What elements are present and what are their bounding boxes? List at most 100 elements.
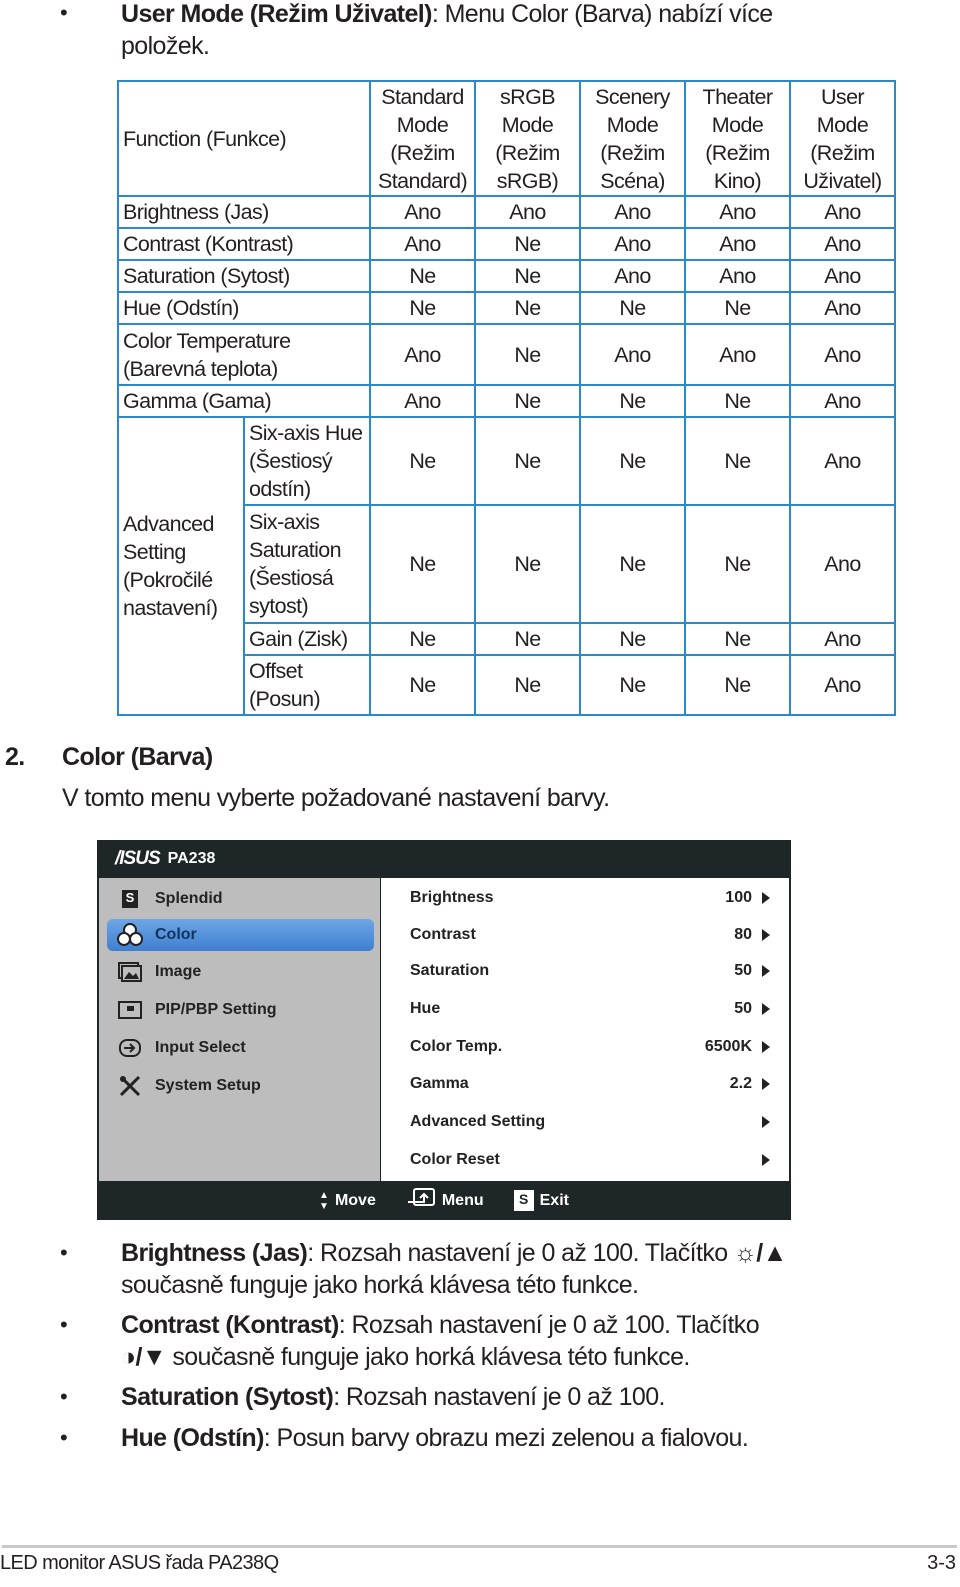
cell: Ne (474, 227, 581, 261)
menu-item-label: System Setup (155, 1077, 261, 1094)
pip-icon (117, 998, 143, 1022)
arrow-right-icon (762, 1154, 770, 1166)
row-label: Contrast (Kontrast) (117, 227, 371, 261)
brightness-up-keys-icon: ☼/▲ (733, 1239, 787, 1267)
menu-item-system[interactable]: System Setup (107, 1070, 374, 1102)
bullet: • (60, 1312, 68, 1337)
setting-gamma[interactable]: Gamma 2.2 (410, 1069, 770, 1099)
menu-item-input[interactable]: Input Select (107, 1032, 374, 1064)
setting-label: Advanced Setting (410, 1113, 546, 1130)
cell: Ano (369, 323, 476, 386)
bullet-text2: současně funguje jako horká klávesa této… (166, 1343, 690, 1371)
bullet-saturation: Saturation (Sytost): Rozsah nastavení je… (121, 1381, 665, 1413)
footer-exit: S Exit (513, 1190, 569, 1211)
row-label: Brightness (Jas) (117, 195, 371, 229)
cell: Ano (369, 384, 476, 418)
cell: Ano (579, 195, 686, 229)
arrow-right-icon (762, 965, 770, 977)
menu-item-image[interactable]: Image (107, 956, 374, 988)
cell: Ano (789, 504, 896, 624)
footer-title: LED monitor ASUS řada PA238Q (0, 1552, 279, 1574)
menu-item-label: Color (155, 926, 197, 943)
cell: Ano (684, 195, 791, 229)
cell: Ne (579, 622, 686, 656)
menu-item-label: Image (155, 963, 202, 980)
row-label: Six-axis Hue (Šestiosý odstín) (243, 416, 371, 506)
setting-label: Color Reset (410, 1151, 500, 1168)
setting-contrast[interactable]: Contrast 80 (410, 920, 770, 950)
row-label: Color Temperature (Barevná teplota) (117, 323, 371, 386)
bullet-bold: Contrast (Kontrast) (121, 1311, 339, 1339)
cell: Ne (579, 504, 686, 624)
setting-label: Gamma (410, 1075, 469, 1092)
osd-footer: ▲ ▼ Move Menu S Exit (97, 1181, 791, 1220)
table-row: Advanced Setting (Pokročilé nastavení) Six-… (117, 416, 896, 716)
setting-label: Color Temp. (410, 1038, 503, 1055)
intro-rest: : Menu Color (Barva) nabízí více (431, 0, 773, 28)
header-mode: User Mode (Režim Uživatel) (789, 80, 896, 197)
contrast-down-keys-icon: ◑/▼ (121, 1343, 167, 1371)
bullet-text2: současně funguje jako horká klávesa této… (121, 1271, 639, 1299)
footer-divider (2, 1545, 957, 1548)
menu-item-label: Input Select (155, 1039, 246, 1056)
bullet: • (60, 1384, 68, 1409)
cell: Ano (789, 416, 896, 506)
cell: Ne (684, 416, 791, 506)
table-row: Color Temperature (Barevná teplota) Ano N… (117, 323, 896, 386)
cell: Ne (579, 654, 686, 716)
setting-value: 80 (734, 926, 752, 943)
bullet: • (60, 0, 68, 25)
footer-move-label: Move (334, 1191, 376, 1209)
menu-item-pip[interactable]: PIP/PBP Setting (107, 994, 374, 1026)
menu-item-color[interactable]: Color (107, 919, 374, 951)
osd-submenu: Brightness 100 Contrast 80 Saturation 50 Hu… (381, 878, 789, 1181)
setting-value: 2.2 (729, 1075, 752, 1092)
intro-rest2: položek. (121, 32, 210, 60)
cell: Ano (789, 622, 896, 656)
section-desc: V tomto menu vyberte požadované nastaven… (62, 784, 610, 812)
cell: Ne (369, 622, 476, 656)
cell: Ano (579, 227, 686, 261)
splendid-icon: S (117, 887, 143, 911)
setting-advanced[interactable]: Advanced Setting (410, 1107, 770, 1137)
section-number: 2. (5, 743, 25, 771)
setting-brightness[interactable]: Brightness 100 (410, 883, 770, 913)
bullet-text: : Rozsah nastavení je 0 až 100. Tlačítko (338, 1311, 760, 1339)
setting-label: Saturation (410, 962, 490, 979)
cell: Ano (684, 227, 791, 261)
bullet-text: : Posun barvy obrazu mezi zelenou a fial… (263, 1424, 749, 1452)
setting-label: Contrast (410, 926, 476, 943)
arrow-right-icon (762, 892, 770, 904)
cell: Ne (369, 259, 476, 293)
cell: Ne (474, 291, 581, 325)
asus-logo: /ISUS (115, 848, 161, 869)
tools-icon (117, 1074, 143, 1098)
bullet-bold: Brightness (Jas) (121, 1239, 308, 1267)
header-mode: Standard Mode (Režim Standard) (369, 80, 476, 197)
cell: Ne (474, 622, 581, 656)
section-title: Color (Barva) (62, 743, 213, 771)
cell: Ne (579, 416, 686, 506)
cell: Ne (474, 259, 581, 293)
image-icon (117, 960, 143, 984)
cell: Ne (369, 291, 476, 325)
cell: Ne (684, 654, 791, 716)
bullet: • (60, 1240, 68, 1265)
menu-item-label: Splendid (155, 890, 223, 907)
bullet-bold: Hue (Odstín) (121, 1424, 264, 1452)
osd-menu: /ISUS PA238 S Splendid Color Image PIP/P… (97, 840, 791, 1220)
header-mode: Theater Mode (Režim Kino) (684, 80, 791, 197)
table-row: Saturation (Sytost) Ne Ne Ano Ano Ano (117, 259, 896, 293)
setting-color-temp[interactable]: Color Temp. 6500K (410, 1032, 770, 1062)
osd-title: /ISUS PA238 (115, 848, 215, 870)
bullet-hue: Hue (Odstín): Posun barvy obrazu mezi ze… (121, 1422, 749, 1454)
s-key-icon: S (513, 1190, 534, 1211)
cell: Ano (789, 323, 896, 386)
header-mode: Scenery Mode (Režim Scéna) (579, 80, 686, 197)
menu-item-splendid[interactable]: S Splendid (107, 883, 374, 915)
setting-hue[interactable]: Hue 50 (410, 994, 770, 1024)
bullet-brightness: Brightness (Jas): Rozsah nastavení je 0 … (121, 1237, 787, 1301)
setting-saturation[interactable]: Saturation 50 (410, 956, 770, 986)
setting-color-reset[interactable]: Color Reset (410, 1145, 770, 1175)
osd-main-menu: S Splendid Color Image PIP/PBP Setting I… (99, 878, 380, 1181)
